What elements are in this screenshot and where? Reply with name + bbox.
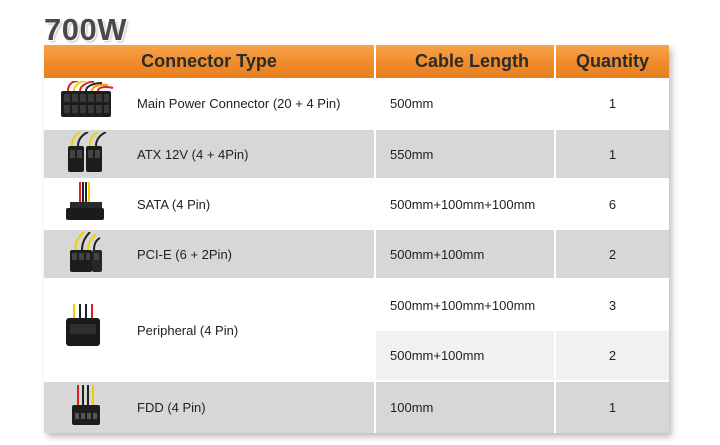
fdd-connector-icon bbox=[72, 385, 100, 425]
table-row: FDD (4 Pin) bbox=[44, 382, 374, 433]
page-title: 700W bbox=[44, 12, 127, 47]
connector-label: PCI-E (6 + 2Pin) bbox=[137, 246, 233, 262]
connector-label: FDD (4 Pin) bbox=[137, 400, 206, 415]
cable-length-cell: 550mm bbox=[376, 130, 554, 178]
cable-length-cell: 500mm bbox=[376, 78, 554, 128]
cable-length-cell: 100mm bbox=[376, 382, 554, 433]
table-row: Peripheral (4 Pin) bbox=[44, 280, 374, 380]
table-row: PCI-E (6 + 2Pin) bbox=[44, 230, 374, 278]
quantity-cell: 2 bbox=[556, 230, 669, 278]
connector-label: Main Power Connector (20 + 4 Pin) bbox=[137, 95, 341, 111]
quantity-cell: 1 bbox=[556, 382, 669, 433]
table-row: SATA (4 Pin) bbox=[44, 180, 374, 228]
connector-label: ATX 12V (4 + 4Pin) bbox=[137, 146, 249, 162]
connector-label: Peripheral (4 Pin) bbox=[137, 322, 239, 338]
cable-length-cell: 500mm+100mm bbox=[376, 331, 554, 380]
connector-table: Connector Type Cable Length Quantity Mai… bbox=[44, 45, 669, 433]
main-power-connector-icon bbox=[61, 81, 114, 117]
quantity-cell: 2 bbox=[556, 331, 669, 380]
quantity-cell: 1 bbox=[556, 78, 669, 128]
quantity-cell: 3 bbox=[556, 280, 669, 330]
quantity-cell: 1 bbox=[556, 130, 669, 178]
header-cable-length: Cable Length bbox=[376, 45, 554, 78]
cable-length-cell: 500mm+100mm+100mm bbox=[376, 180, 554, 228]
header-connector-type: Connector Type bbox=[44, 45, 374, 78]
sata-connector-icon bbox=[66, 182, 104, 220]
cable-length-cell: 500mm+100mm bbox=[376, 230, 554, 278]
peripheral-connector-icon bbox=[66, 304, 100, 346]
quantity-cell: 6 bbox=[556, 180, 669, 228]
cable-length-cell: 500mm+100mm+100mm bbox=[376, 280, 554, 330]
header-quantity: Quantity bbox=[556, 45, 669, 78]
pcie-connector-icon bbox=[70, 232, 102, 272]
table-row: ATX 12V (4 + 4Pin) bbox=[44, 130, 374, 178]
connector-label: SATA (4 Pin) bbox=[137, 196, 211, 212]
atx12v-connector-icon bbox=[68, 132, 107, 172]
table-row: Main Power Connector (20 + 4 Pin) bbox=[44, 78, 374, 128]
